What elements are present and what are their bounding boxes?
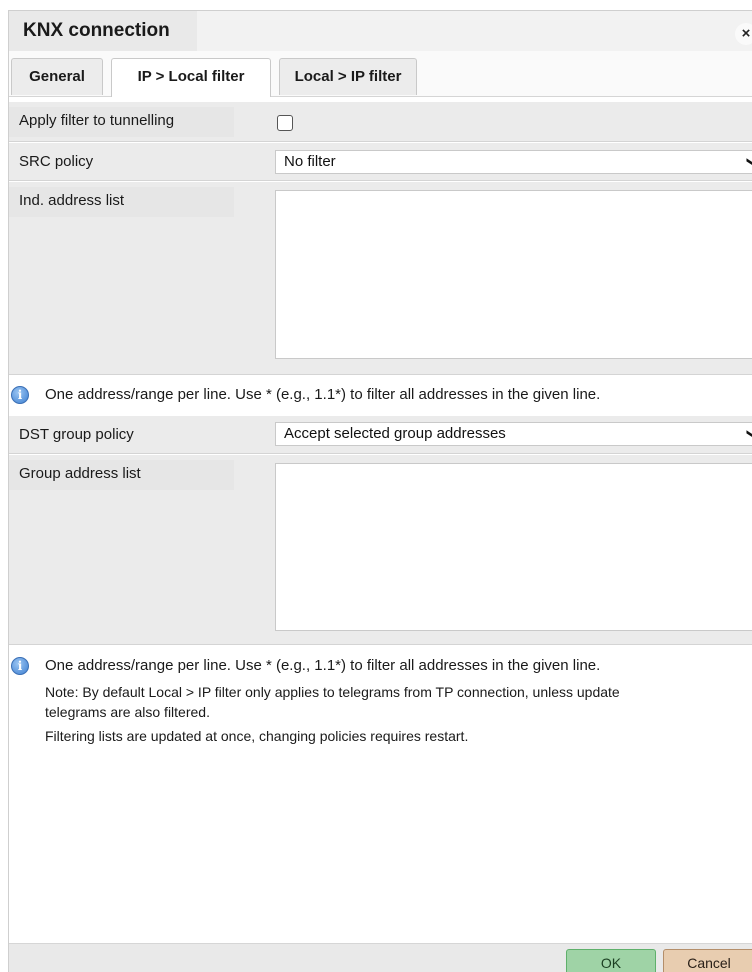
title-bar: KNX connection × (9, 11, 752, 52)
title-box: KNX connection (9, 11, 197, 51)
dst-policy-label: DST group policy (19, 426, 134, 443)
src-policy-select[interactable]: No filter ❮ (275, 150, 752, 174)
note-line-3: Filtering lists are updated at once, cha… (45, 728, 469, 744)
src-policy-value: No filter (284, 153, 336, 170)
info-icon: i (11, 386, 29, 404)
dialog-title: KNX connection (23, 20, 170, 41)
apply-filter-row: Apply filter to tunnelling (9, 102, 752, 142)
info-icon: i (11, 657, 29, 675)
note-line-2: telegrams are also filtered. (45, 704, 210, 720)
group-address-hint: One address/range per line. Use * (e.g.,… (45, 657, 601, 674)
note-line-1: Note: By default Local > IP filter only … (45, 684, 620, 700)
apply-filter-label: Apply filter to tunnelling (19, 112, 175, 129)
group-address-list-textarea[interactable] (275, 463, 752, 631)
src-policy-row: SRC policy No filter ❮ (9, 143, 752, 181)
ind-address-list-textarea[interactable] (275, 190, 752, 359)
tab-ip-local-filter[interactable]: IP > Local filter (111, 58, 271, 97)
chevron-down-icon: ❮ (741, 428, 752, 440)
src-policy-label: SRC policy (19, 153, 94, 170)
dst-policy-select[interactable]: Accept selected group addresses ❮ (275, 422, 752, 446)
dst-policy-row: DST group policy Accept selected group a… (9, 416, 752, 454)
ind-address-list-label: Ind. address list (19, 192, 125, 209)
close-icon[interactable]: × (735, 23, 752, 45)
dialog-footer: OK Cancel (9, 943, 752, 972)
group-address-list-row: Group address list (9, 455, 752, 645)
ind-address-hint: One address/range per line. Use * (e.g.,… (45, 386, 601, 403)
tab-bar: General IP > Local filter Local > IP fil… (9, 51, 752, 97)
group-address-list-label: Group address list (19, 465, 141, 482)
apply-filter-checkbox[interactable] (277, 115, 293, 131)
tab-general[interactable]: General (11, 58, 103, 95)
knx-connection-dialog: KNX connection × General IP > Local filt… (8, 10, 752, 972)
ind-address-list-row: Ind. address list (9, 182, 752, 375)
cancel-button[interactable]: Cancel (663, 949, 752, 972)
dst-policy-value: Accept selected group addresses (284, 425, 506, 442)
tab-local-ip-filter[interactable]: Local > IP filter (279, 58, 417, 95)
ok-button[interactable]: OK (566, 949, 656, 972)
chevron-down-icon: ❮ (741, 156, 752, 168)
